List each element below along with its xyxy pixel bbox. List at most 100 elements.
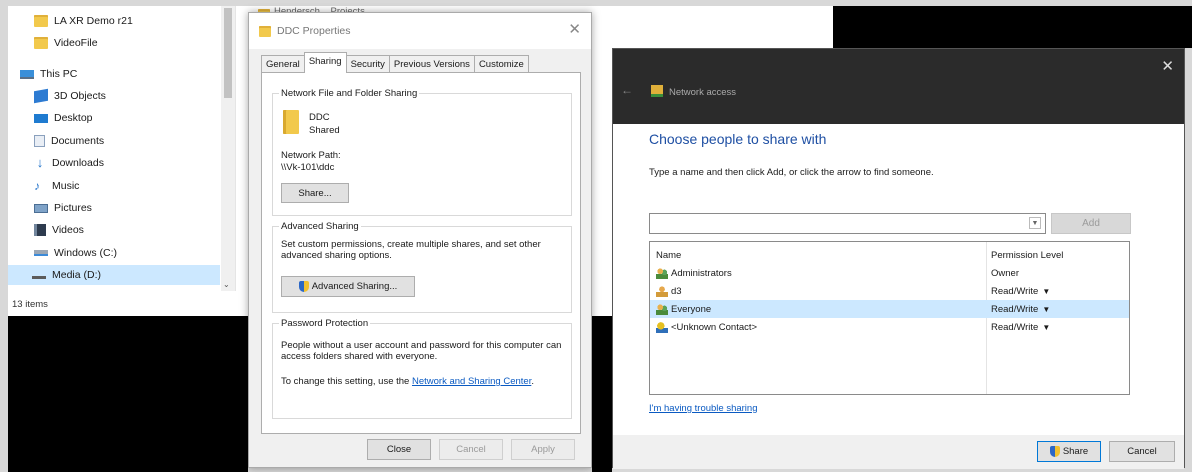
user-group-icon — [656, 303, 668, 315]
nav-item-label: Windows (C:) — [54, 247, 118, 259]
network-access-header: ✕ ← Network access — [613, 49, 1184, 124]
nav-item-label: Music — [52, 180, 80, 192]
row-permission: Read/Write — [991, 303, 1039, 315]
nav-item-windows-c[interactable]: Windows (C:) — [34, 243, 117, 263]
properties-titlebar[interactable]: DDC Properties — [249, 13, 591, 49]
scrollbar-thumb[interactable] — [224, 8, 232, 98]
caret-down-icon[interactable]: ▼ — [1042, 305, 1050, 314]
share-button-label: Share — [1062, 446, 1089, 457]
nav-item-media-d[interactable]: Media (D:) — [8, 265, 220, 285]
user-icon — [656, 285, 668, 297]
change-setting-prefix: To change this setting, use the — [281, 376, 412, 387]
row-permission-cell: Owner — [991, 268, 1019, 279]
nav-item-label: Downloads — [52, 157, 104, 169]
cancel-button[interactable]: Cancel — [439, 439, 503, 460]
3d-objects-icon — [34, 88, 48, 104]
window-title: Network access — [669, 87, 737, 98]
column-header-permission[interactable]: Permission Level — [991, 250, 1063, 261]
apply-button[interactable]: Apply — [511, 439, 575, 460]
caret-down-icon[interactable]: ▼ — [1042, 323, 1050, 332]
user-group-icon — [656, 267, 668, 279]
drive-icon — [34, 250, 48, 256]
tab-general[interactable]: General — [261, 55, 305, 73]
nav-item-label: LA XR Demo r21 — [54, 15, 133, 27]
change-setting-text: To change this setting, use the Network … — [281, 376, 534, 387]
nav-item-videos[interactable]: Videos — [34, 220, 84, 240]
instructions-text: Type a name and then click Add, or click… — [649, 167, 934, 178]
nav-item-music[interactable]: ♪ Music — [34, 176, 79, 196]
tab-previous-versions[interactable]: Previous Versions — [388, 55, 475, 73]
row-name-cell: <Unknown Contact> — [656, 321, 757, 333]
group-title: Advanced Sharing — [279, 221, 361, 232]
downloads-icon: ↓ — [36, 155, 44, 170]
close-icon[interactable]: ✕ — [1161, 57, 1174, 75]
nav-item-label: VideoFile — [54, 37, 98, 49]
tab-strip: General Sharing Security Previous Versio… — [261, 52, 529, 73]
share-button[interactable]: Share... — [281, 183, 349, 203]
nav-item-pictures[interactable]: Pictures — [34, 198, 92, 218]
nav-item-this-pc[interactable]: This PC — [20, 64, 77, 84]
nav-item-videofile[interactable]: VideoFile — [34, 33, 98, 53]
nav-item-documents[interactable]: Documents — [34, 131, 104, 151]
advanced-sharing-button[interactable]: Advanced Sharing... — [281, 276, 415, 297]
chevron-down-icon[interactable]: ⌄ — [223, 280, 230, 289]
this-pc-icon — [20, 69, 34, 79]
properties-dialog: DDC Properties ✕ General Sharing Securit… — [248, 12, 592, 468]
share-button[interactable]: Share — [1037, 441, 1101, 462]
black-background — [833, 6, 1192, 48]
item-count: 13 items — [12, 298, 48, 310]
chevron-down-icon[interactable]: ▼ — [1029, 217, 1041, 229]
row-name-cell: Everyone — [656, 303, 712, 315]
list-row-d3[interactable]: d3 Read/Write ▼ — [650, 282, 1129, 300]
unknown-contact-icon — [656, 321, 668, 333]
list-row-unknown-contact[interactable]: <Unknown Contact> Read/Write ▼ — [650, 318, 1129, 336]
row-permission: Read/Write — [991, 321, 1039, 333]
nav-item-desktop[interactable]: Desktop — [34, 108, 93, 128]
sharing-tab-panel: Network File and Folder Sharing DDC Shar… — [261, 72, 581, 434]
permission-dropdown[interactable]: Read/Write ▼ — [991, 286, 1050, 297]
dialog-footer: Share Cancel — [613, 435, 1184, 469]
nav-item-downloads[interactable]: ↓ Downloads — [34, 153, 104, 173]
desktop-icon — [34, 113, 48, 123]
tab-sharing[interactable]: Sharing — [303, 52, 347, 73]
status-bar: 13 items — [8, 293, 248, 315]
add-button[interactable]: Add — [1051, 213, 1131, 234]
row-name: Administrators — [671, 267, 732, 279]
navigation-pane: LA XR Demo r21 VideoFile This PC 3D Obje… — [8, 6, 236, 291]
row-name: Everyone — [671, 303, 712, 315]
permission-dropdown[interactable]: Read/Write ▼ — [991, 322, 1050, 333]
uac-shield-icon — [298, 281, 309, 292]
folder-icon — [283, 110, 299, 134]
nav-item-la-xr-demo[interactable]: LA XR Demo r21 — [34, 11, 133, 31]
nav-item-label: Pictures — [54, 202, 92, 214]
column-header-name[interactable]: Name — [656, 250, 681, 261]
trouble-sharing-link[interactable]: I'm having trouble sharing — [649, 403, 758, 414]
dialog-title: DDC Properties — [277, 25, 351, 37]
advanced-sharing-button-label: Advanced Sharing... — [311, 281, 398, 292]
back-arrow-icon[interactable]: ← — [621, 83, 633, 97]
tab-customize[interactable]: Customize — [473, 55, 529, 73]
permission-dropdown[interactable]: Read/Write ▼ — [991, 304, 1050, 315]
cancel-button[interactable]: Cancel — [1109, 441, 1175, 462]
list-row-everyone[interactable]: Everyone Read/Write ▼ — [650, 300, 1129, 318]
row-name-cell: Administrators — [656, 267, 732, 279]
folder-icon — [259, 25, 271, 37]
nav-item-label: Videos — [52, 224, 84, 236]
nav-pane-scrollbar[interactable]: ⌄ — [221, 6, 235, 291]
nav-item-3d-objects[interactable]: 3D Objects — [34, 86, 106, 106]
group-title: Network File and Folder Sharing — [279, 88, 420, 99]
name-combobox[interactable]: ▼ — [649, 213, 1046, 234]
network-sharing-center-link[interactable]: Network and Sharing Center — [412, 376, 531, 387]
network-path-value: \\Vk-101\ddc — [281, 162, 335, 173]
tab-security[interactable]: Security — [345, 55, 390, 73]
close-button[interactable]: Close — [367, 439, 431, 460]
row-permission: Owner — [991, 267, 1019, 279]
music-icon: ♪ — [34, 179, 40, 193]
advanced-sharing-group: Advanced Sharing Set custom permissions,… — [272, 221, 572, 313]
caret-down-icon[interactable]: ▼ — [1042, 287, 1050, 296]
folder-name: DDC — [309, 112, 330, 123]
list-row-administrators[interactable]: Administrators Owner — [650, 264, 1129, 282]
close-icon[interactable]: ✕ — [568, 22, 581, 37]
share-permissions-list: Name Permission Level Administrators Own… — [649, 241, 1130, 395]
page-title: Choose people to share with — [649, 131, 827, 147]
